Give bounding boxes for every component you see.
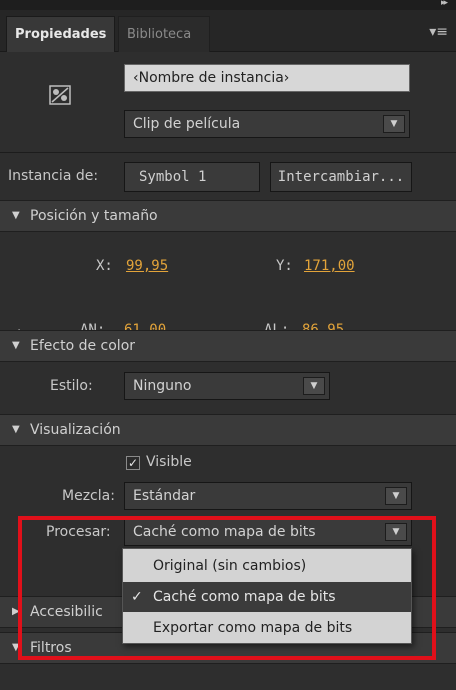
section-position-size-label: Posición y tamaño [30,208,158,224]
chevron-down-icon[interactable]: ▼ [385,523,407,541]
menu-item-export-bitmap[interactable]: Exportar como mapa de bits [123,613,411,643]
menu-item-cache-bitmap[interactable]: ✓ Caché como mapa de bits [123,582,411,612]
panel-top-strip: ▸▸ [0,0,456,10]
divider [0,152,456,153]
chevron-down-icon[interactable]: ▼ [383,115,405,133]
section-position-size[interactable]: ▼ Posición y tamaño [0,200,456,232]
menu-item-label: Exportar como mapa de bits [153,620,353,636]
y-label: Y: [276,258,293,274]
movie-clip-icon [49,85,71,105]
tab-propiedades[interactable]: Propiedades [6,16,116,52]
instance-name-input[interactable]: ‹Nombre de instancia› [124,64,410,92]
checkmark-icon: ✓ [131,589,143,605]
section-color-effect[interactable]: ▼ Efecto de color [0,330,456,362]
symbol-type-value: Clip de película [133,116,241,132]
panel-menu-icon[interactable]: ▾≡ [429,24,448,40]
checkmark-icon: ✓ [127,456,139,470]
triangle-right-icon: ▶ [12,606,20,617]
color-style-select[interactable]: Ninguno ▼ [124,372,330,400]
visible-label: Visible [146,454,192,470]
chevron-down-icon[interactable]: ▼ [303,377,325,395]
symbol-type-select[interactable]: Clip de película ▼ [124,110,410,138]
blend-value: Estándar [133,488,196,504]
menu-item-label: Original (sin cambios) [153,558,307,574]
render-select[interactable]: Caché como mapa de bits ▼ [124,518,412,546]
y-value[interactable]: 171,00 [304,258,355,274]
triangle-down-icon: ▼ [12,210,20,221]
render-value: Caché como mapa de bits [133,524,316,540]
blend-label: Mezcla: [62,488,115,504]
instance-of-label: Instancia de: [8,168,99,184]
visible-checkbox[interactable]: ✓ [126,456,140,470]
section-filters-label: Filtros [30,640,72,656]
triangle-down-icon: ▼ [12,424,20,435]
chevron-down-icon[interactable]: ▼ [385,487,407,505]
triangle-down-icon: ▼ [12,642,20,653]
section-color-effect-label: Efecto de color [30,338,136,354]
blend-select[interactable]: Estándar ▼ [124,482,412,510]
section-display-label: Visualización [30,422,121,438]
section-display[interactable]: ▼ Visualización [0,414,456,446]
style-label: Estilo: [50,378,93,394]
x-label: X: [96,258,113,274]
tab-biblioteca[interactable]: Biblioteca [118,16,210,52]
tab-bar: Propiedades Biblioteca ▾≡ [0,10,456,52]
x-value[interactable]: 99,95 [126,258,168,274]
double-chevron-right-icon[interactable]: ▸▸ [441,0,448,8]
triangle-down-icon: ▼ [12,340,20,351]
render-label: Procesar: [46,524,111,540]
menu-item-label: Caché como mapa de bits [153,589,336,605]
section-accessibility-label: Accesibilic [30,604,103,620]
swap-button[interactable]: Intercambiar... [270,162,412,192]
color-style-value: Ninguno [133,378,192,394]
symbol-name-field[interactable]: Symbol 1 [124,162,260,192]
menu-item-original[interactable]: Original (sin cambios) [123,551,411,581]
render-dropdown-menu: Original (sin cambios) ✓ Caché como mapa… [122,548,412,644]
